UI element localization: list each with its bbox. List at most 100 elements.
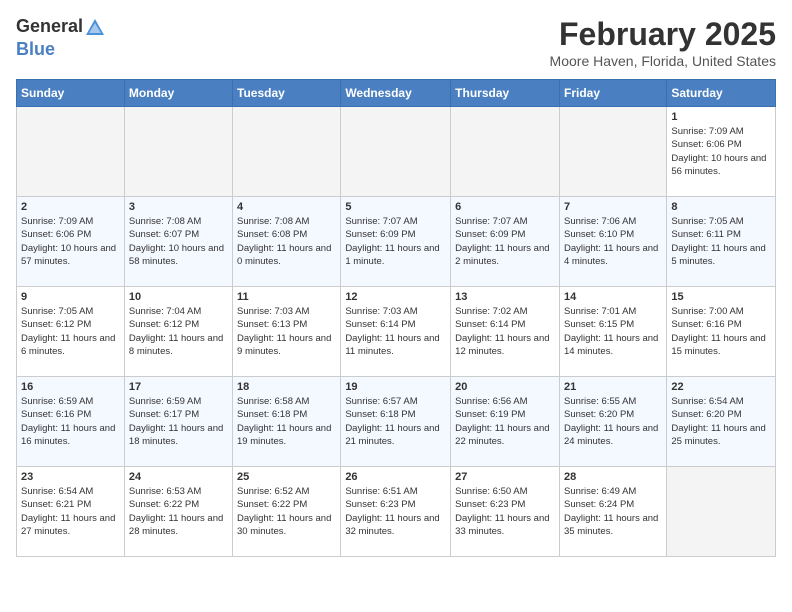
day-cell-14: 14 Sunrise: 7:01 AM Sunset: 6:15 PM Dayli…	[559, 287, 666, 377]
day-cell-26: 26 Sunrise: 6:51 AM Sunset: 6:23 PM Dayli…	[341, 467, 451, 557]
empty-cell	[341, 107, 451, 197]
day-cell-10: 10 Sunrise: 7:04 AM Sunset: 6:12 PM Dayli…	[124, 287, 232, 377]
day-info: Sunrise: 7:07 AM Sunset: 6:09 PM Dayligh…	[345, 215, 446, 268]
day-number: 3	[129, 201, 228, 213]
day-cell-7: 7 Sunrise: 7:06 AM Sunset: 6:10 PM Daylig…	[559, 197, 666, 287]
day-cell-23: 23Sunrise: 6:54 AM Sunset: 6:21 PM Dayli…	[17, 467, 125, 557]
day-cell-4: 4 Sunrise: 7:08 AM Sunset: 6:08 PM Daylig…	[233, 197, 341, 287]
day-cell-22: 22Sunrise: 6:54 AM Sunset: 6:20 PM Dayli…	[667, 377, 776, 467]
day-info: Sunrise: 6:49 AM Sunset: 6:24 PM Dayligh…	[564, 485, 662, 538]
weekday-header-monday: Monday	[124, 80, 232, 107]
day-cell-8: 8 Sunrise: 7:05 AM Sunset: 6:11 PM Daylig…	[667, 197, 776, 287]
day-number: 19	[345, 381, 446, 393]
calendar-week-3: 9 Sunrise: 7:05 AM Sunset: 6:12 PM Daylig…	[17, 287, 776, 377]
day-number: 1	[671, 111, 771, 123]
title-block: February 2025 Moore Haven, Florida, Unit…	[550, 16, 776, 69]
day-info: Sunrise: 6:56 AM Sunset: 6:19 PM Dayligh…	[455, 395, 555, 448]
day-number: 8	[671, 201, 771, 213]
empty-cell	[451, 107, 560, 197]
day-cell-18: 18 Sunrise: 6:58 AM Sunset: 6:18 PM Dayli…	[233, 377, 341, 467]
logo: General Blue	[16, 16, 107, 60]
day-number: 7	[564, 201, 662, 213]
day-cell-27: 27 Sunrise: 6:50 AM Sunset: 6:23 PM Dayli…	[451, 467, 560, 557]
empty-cell	[124, 107, 232, 197]
day-number: 21	[564, 381, 662, 393]
day-info: Sunrise: 7:05 AM Sunset: 6:11 PM Dayligh…	[671, 215, 771, 268]
day-number: 15	[671, 291, 771, 303]
day-number: 16	[21, 381, 120, 393]
day-cell-11: 11 Sunrise: 7:03 AM Sunset: 6:13 PM Dayli…	[233, 287, 341, 377]
day-info: Sunrise: 6:55 AM Sunset: 6:20 PM Dayligh…	[564, 395, 662, 448]
day-info: Sunrise: 7:04 AM Sunset: 6:12 PM Dayligh…	[129, 305, 228, 358]
day-cell-3: 3 Sunrise: 7:08 AM Sunset: 6:07 PM Daylig…	[124, 197, 232, 287]
day-info: Sunrise: 7:05 AM Sunset: 6:12 PM Dayligh…	[21, 305, 120, 358]
day-number: 4	[237, 201, 336, 213]
day-number: 25	[237, 471, 336, 483]
day-cell-12: 12 Sunrise: 7:03 AM Sunset: 6:14 PM Dayli…	[341, 287, 451, 377]
day-number: 27	[455, 471, 555, 483]
day-info: Sunrise: 6:52 AM Sunset: 6:22 PM Dayligh…	[237, 485, 336, 538]
day-cell-16: 16 Sunrise: 6:59 AM Sunset: 6:16 PM Dayli…	[17, 377, 125, 467]
location: Moore Haven, Florida, United States	[550, 53, 776, 69]
day-cell-19: 19Sunrise: 6:57 AM Sunset: 6:18 PM Dayli…	[341, 377, 451, 467]
weekday-header-sunday: Sunday	[17, 80, 125, 107]
calendar-table: SundayMondayTuesdayWednesdayThursdayFrid…	[16, 79, 776, 557]
day-number: 17	[129, 381, 228, 393]
weekday-header-friday: Friday	[559, 80, 666, 107]
day-number: 2	[21, 201, 120, 213]
calendar-week-5: 23Sunrise: 6:54 AM Sunset: 6:21 PM Dayli…	[17, 467, 776, 557]
day-number: 18	[237, 381, 336, 393]
weekday-header-saturday: Saturday	[667, 80, 776, 107]
day-number: 12	[345, 291, 446, 303]
day-number: 5	[345, 201, 446, 213]
weekday-header-tuesday: Tuesday	[233, 80, 341, 107]
day-number: 9	[21, 291, 120, 303]
day-number: 22	[671, 381, 771, 393]
day-cell-15: 15Sunrise: 7:00 AM Sunset: 6:16 PM Dayli…	[667, 287, 776, 377]
day-cell-13: 13 Sunrise: 7:02 AM Sunset: 6:14 PM Dayli…	[451, 287, 560, 377]
empty-cell	[233, 107, 341, 197]
day-info: Sunrise: 7:07 AM Sunset: 6:09 PM Dayligh…	[455, 215, 555, 268]
day-number: 14	[564, 291, 662, 303]
day-info: Sunrise: 7:09 AM Sunset: 6:06 PM Dayligh…	[671, 125, 771, 178]
day-info: Sunrise: 7:08 AM Sunset: 6:08 PM Dayligh…	[237, 215, 336, 268]
calendar-week-4: 16 Sunrise: 6:59 AM Sunset: 6:16 PM Dayli…	[17, 377, 776, 467]
day-info: Sunrise: 7:03 AM Sunset: 6:14 PM Dayligh…	[345, 305, 446, 358]
day-number: 23	[21, 471, 120, 483]
day-info: Sunrise: 6:59 AM Sunset: 6:17 PM Dayligh…	[129, 395, 228, 448]
day-info: Sunrise: 6:59 AM Sunset: 6:16 PM Dayligh…	[21, 395, 120, 448]
weekday-header-wednesday: Wednesday	[341, 80, 451, 107]
day-info: Sunrise: 7:01 AM Sunset: 6:15 PM Dayligh…	[564, 305, 662, 358]
day-number: 24	[129, 471, 228, 483]
day-number: 26	[345, 471, 446, 483]
day-number: 20	[455, 381, 555, 393]
day-cell-25: 25 Sunrise: 6:52 AM Sunset: 6:22 PM Dayli…	[233, 467, 341, 557]
calendar-week-1: 1 Sunrise: 7:09 AM Sunset: 6:06 PM Daylig…	[17, 107, 776, 197]
day-number: 11	[237, 291, 336, 303]
month-year: February 2025	[550, 16, 776, 53]
day-info: Sunrise: 7:06 AM Sunset: 6:10 PM Dayligh…	[564, 215, 662, 268]
day-cell-6: 6Sunrise: 7:07 AM Sunset: 6:09 PM Daylig…	[451, 197, 560, 287]
calendar-week-2: 2Sunrise: 7:09 AM Sunset: 6:06 PM Daylig…	[17, 197, 776, 287]
day-info: Sunrise: 7:02 AM Sunset: 6:14 PM Dayligh…	[455, 305, 555, 358]
weekday-header-row: SundayMondayTuesdayWednesdayThursdayFrid…	[17, 80, 776, 107]
empty-cell	[17, 107, 125, 197]
day-cell-17: 17 Sunrise: 6:59 AM Sunset: 6:17 PM Dayli…	[124, 377, 232, 467]
empty-cell	[667, 467, 776, 557]
day-info: Sunrise: 6:50 AM Sunset: 6:23 PM Dayligh…	[455, 485, 555, 538]
day-number: 28	[564, 471, 662, 483]
logo-general: General	[16, 16, 83, 36]
day-info: Sunrise: 6:51 AM Sunset: 6:23 PM Dayligh…	[345, 485, 446, 538]
weekday-header-thursday: Thursday	[451, 80, 560, 107]
day-cell-9: 9 Sunrise: 7:05 AM Sunset: 6:12 PM Daylig…	[17, 287, 125, 377]
day-info: Sunrise: 7:08 AM Sunset: 6:07 PM Dayligh…	[129, 215, 228, 268]
day-number: 13	[455, 291, 555, 303]
day-cell-2: 2Sunrise: 7:09 AM Sunset: 6:06 PM Daylig…	[17, 197, 125, 287]
day-info: Sunrise: 7:03 AM Sunset: 6:13 PM Dayligh…	[237, 305, 336, 358]
day-info: Sunrise: 6:53 AM Sunset: 6:22 PM Dayligh…	[129, 485, 228, 538]
page-header: General Blue February 2025 Moore Haven, …	[16, 16, 776, 69]
day-number: 10	[129, 291, 228, 303]
day-cell-5: 5 Sunrise: 7:07 AM Sunset: 6:09 PM Daylig…	[341, 197, 451, 287]
day-cell-24: 24 Sunrise: 6:53 AM Sunset: 6:22 PM Dayli…	[124, 467, 232, 557]
day-info: Sunrise: 6:58 AM Sunset: 6:18 PM Dayligh…	[237, 395, 336, 448]
